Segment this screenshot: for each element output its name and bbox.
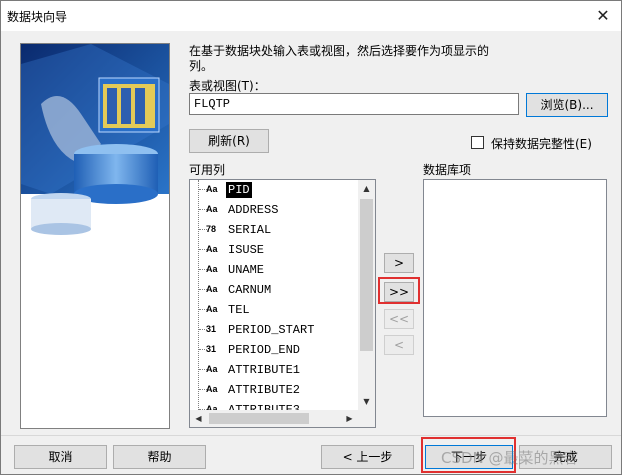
table-or-view-label: 表或视图(T)： (189, 79, 266, 93)
scroll-right-icon[interactable]: ▶ (341, 410, 358, 427)
number-type-icon: 78 (206, 224, 217, 234)
available-columns-items: Aa PID Aa ADDRESS 78 SERIAL Aa ISUSE Aa UNAME Aa CA… (190, 180, 358, 410)
column-item[interactable]: 31 PERIOD_END (190, 340, 358, 360)
scroll-left-icon[interactable]: ◀ (190, 410, 207, 427)
column-item[interactable]: 78 SERIAL (190, 220, 358, 240)
next-button[interactable]: 下一步 (425, 445, 513, 469)
column-name: PID (226, 182, 252, 198)
title-bar: 数据块向导 ✕ (1, 1, 621, 31)
column-name: ATTRIBUTE3 (228, 403, 301, 410)
browse-button[interactable]: 浏览(B)... (526, 93, 608, 117)
horizontal-scroll-thumb[interactable] (209, 413, 309, 424)
text-type-icon: Aa (206, 244, 218, 254)
date-type-icon: 31 (206, 344, 217, 354)
move-right-button[interactable]: > (384, 253, 414, 273)
window-title: 数据块向导 (7, 10, 68, 24)
database-illustration-icon (21, 44, 169, 428)
scroll-up-icon[interactable]: ▲ (358, 180, 375, 197)
column-name: PERIOD_START (228, 323, 315, 337)
refresh-button[interactable]: 刷新(R) (189, 129, 269, 153)
close-icon[interactable]: ✕ (593, 6, 613, 26)
date-type-icon: 31 (206, 324, 217, 334)
text-type-icon: Aa (206, 284, 218, 294)
text-type-icon: Aa (206, 364, 218, 374)
column-name: TEL (228, 303, 250, 317)
data-block-wizard-window: 数据块向导 ✕ 在基于数据块处输入表或视图，然后选择要作为项显示的列。 表或视图… (0, 0, 622, 475)
column-name: PERIOD_END (228, 343, 301, 357)
finish-button[interactable]: 完成 (519, 445, 612, 469)
data-integrity-label: 保持数据完整性(E) (491, 137, 592, 151)
available-columns-label: 可用列 (189, 163, 226, 177)
footer-divider (1, 435, 621, 436)
column-item[interactable]: Aa ATTRIBUTE2 (190, 380, 358, 400)
wizard-illustration (20, 43, 170, 429)
text-type-icon: Aa (206, 404, 218, 410)
column-item[interactable]: Aa ATTRIBUTE1 (190, 360, 358, 380)
vertical-scrollbar[interactable]: ▲ ▼ (358, 180, 375, 410)
move-all-left-button[interactable]: << (384, 309, 414, 329)
instruction-text: 在基于数据块处输入表或视图，然后选择要作为项显示的列。 (189, 44, 490, 73)
database-items-label: 数据库项 (423, 163, 472, 177)
move-left-button[interactable]: < (384, 335, 414, 355)
column-name: ATTRIBUTE2 (228, 383, 301, 397)
column-name: ADDRESS (228, 203, 279, 217)
column-name: SERIAL (228, 223, 272, 237)
scroll-corner (358, 410, 375, 427)
column-name: ISUSE (228, 243, 265, 257)
scroll-down-icon[interactable]: ▼ (358, 393, 375, 410)
move-all-right-button[interactable]: >> (384, 282, 414, 302)
back-button[interactable]: < 上一步 (321, 445, 414, 469)
cancel-button[interactable]: 取消 (14, 445, 107, 469)
text-type-icon: Aa (206, 384, 218, 394)
data-integrity-checkbox[interactable] (471, 136, 484, 149)
help-button[interactable]: 帮助 (113, 445, 206, 469)
column-name: UNAME (228, 263, 265, 277)
column-item[interactable]: Aa UNAME (190, 260, 358, 280)
column-name: ATTRIBUTE1 (228, 363, 301, 377)
column-item[interactable]: Aa PID (190, 180, 358, 200)
text-type-icon: Aa (206, 184, 218, 194)
column-item[interactable]: Aa ISUSE (190, 240, 358, 260)
column-item[interactable]: 31 PERIOD_START (190, 320, 358, 340)
column-item[interactable]: Aa CARNUM (190, 280, 358, 300)
text-type-icon: Aa (206, 204, 218, 214)
text-type-icon: Aa (206, 264, 218, 274)
column-name: CARNUM (228, 283, 272, 297)
column-item[interactable]: Aa TEL (190, 300, 358, 320)
column-item[interactable]: Aa ATTRIBUTE3 (190, 400, 358, 410)
text-type-icon: Aa (206, 304, 218, 314)
available-columns-list[interactable]: Aa PID Aa ADDRESS 78 SERIAL Aa ISUSE Aa UNAME Aa CA… (189, 179, 376, 428)
horizontal-scrollbar[interactable]: ◀ ▶ (190, 410, 358, 427)
column-item[interactable]: Aa ADDRESS (190, 200, 358, 220)
database-items-list[interactable] (423, 179, 607, 417)
vertical-scroll-thumb[interactable] (360, 199, 373, 351)
table-or-view-input[interactable] (189, 93, 519, 115)
